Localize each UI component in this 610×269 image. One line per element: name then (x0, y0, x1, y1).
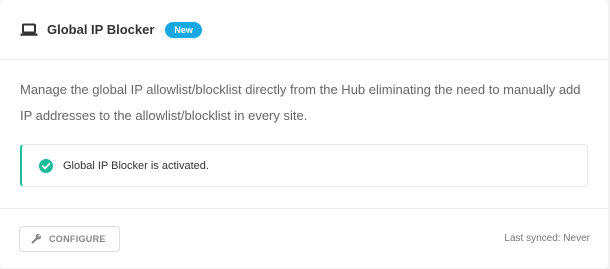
configure-button[interactable]: CONFIGURE (19, 225, 120, 252)
last-synced-text: Last synced: Never (504, 233, 590, 244)
card-title: Global IP Blocker (47, 22, 155, 37)
notice-text: Global IP Blocker is activated. (63, 159, 209, 172)
configure-label: CONFIGURE (49, 233, 106, 244)
laptop-icon (20, 22, 38, 38)
wrench-icon (31, 233, 42, 244)
activated-notice: Global IP Blocker is activated. (20, 144, 588, 187)
description-text: Manage the global IP allowlist/blocklist… (20, 82, 581, 123)
global-ip-blocker-card: Global IP Blocker New Manage the global … (0, 0, 608, 268)
card-footer: CONFIGURE Last synced: Never (0, 209, 608, 268)
card-header: Global IP Blocker New (0, 0, 608, 60)
card-body: Manage the global IP allowlist/blocklist… (0, 60, 608, 209)
check-circle-icon (39, 158, 53, 173)
new-badge: New (165, 21, 202, 38)
